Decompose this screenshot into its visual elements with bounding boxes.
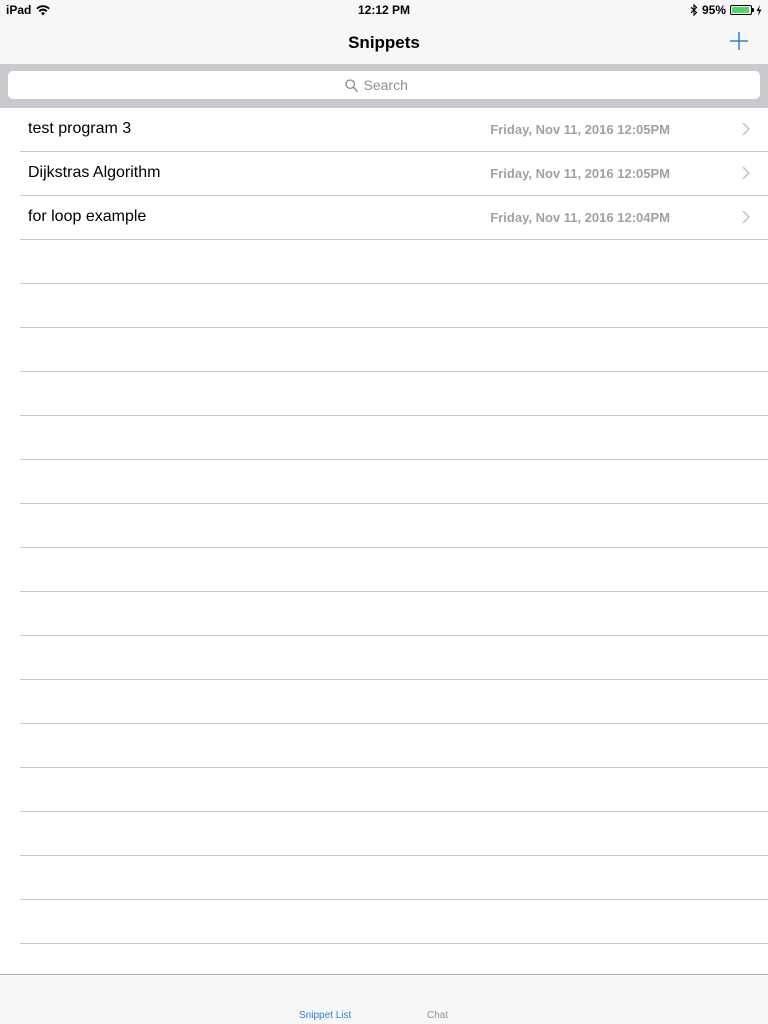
empty-row — [20, 284, 768, 328]
empty-row — [20, 768, 768, 812]
snippet-date: Friday, Nov 11, 2016 12:05PM — [490, 166, 670, 181]
empty-row — [20, 812, 768, 856]
bluetooth-icon — [690, 4, 698, 16]
tab-chat[interactable]: Chat — [427, 1010, 448, 1021]
snippet-row[interactable]: Dijkstras Algorithm Friday, Nov 11, 2016… — [20, 152, 768, 196]
empty-row — [20, 680, 768, 724]
snippet-list: test program 3 Friday, Nov 11, 2016 12:0… — [0, 108, 768, 944]
empty-row — [20, 504, 768, 548]
empty-row — [20, 372, 768, 416]
chevron-right-icon — [742, 166, 750, 180]
app-screen: iPad 12:12 PM 95% Snippets Search test p… — [0, 0, 768, 1024]
plus-icon — [730, 32, 748, 50]
snippet-title: test program 3 — [28, 120, 132, 137]
empty-row — [20, 460, 768, 504]
status-right: 95% — [690, 3, 762, 17]
snippet-title: Dijkstras Algorithm — [28, 164, 161, 181]
battery-percent: 95% — [701, 3, 726, 17]
empty-row — [20, 900, 768, 944]
empty-row — [20, 636, 768, 680]
navigation-bar: Snippets — [0, 20, 768, 64]
battery-icon — [730, 5, 754, 15]
search-bar — [0, 64, 768, 108]
snippet-title: for loop example — [28, 208, 147, 225]
chevron-right-icon — [742, 122, 750, 136]
empty-row — [20, 724, 768, 768]
snippet-date: Friday, Nov 11, 2016 12:04PM — [490, 210, 670, 225]
status-time: 12:12 PM — [357, 3, 411, 17]
empty-row — [20, 856, 768, 900]
tab-snippet-list[interactable]: Snippet List — [299, 1010, 351, 1021]
battery-cap — [752, 8, 754, 12]
search-input[interactable] — [363, 77, 424, 93]
empty-row — [20, 592, 768, 636]
empty-row — [20, 416, 768, 460]
page-title: Snippets — [348, 33, 420, 52]
search-field[interactable] — [8, 71, 760, 99]
search-icon — [344, 78, 358, 92]
tab-bar: Snippet List Chat — [0, 974, 768, 1024]
empty-row — [20, 240, 768, 284]
battery-level — [732, 7, 750, 13]
charging-icon — [756, 4, 762, 16]
snippet-row[interactable]: test program 3 Friday, Nov 11, 2016 12:0… — [20, 108, 768, 152]
empty-row — [20, 328, 768, 372]
empty-row — [20, 548, 768, 592]
snippet-date: Friday, Nov 11, 2016 12:05PM — [490, 122, 670, 137]
add-snippet-button[interactable] — [728, 30, 750, 52]
chevron-right-icon — [742, 210, 750, 224]
snippet-row[interactable]: for loop example Friday, Nov 11, 2016 12… — [20, 196, 768, 240]
status-bar: iPad 12:12 PM 95% — [0, 0, 768, 20]
